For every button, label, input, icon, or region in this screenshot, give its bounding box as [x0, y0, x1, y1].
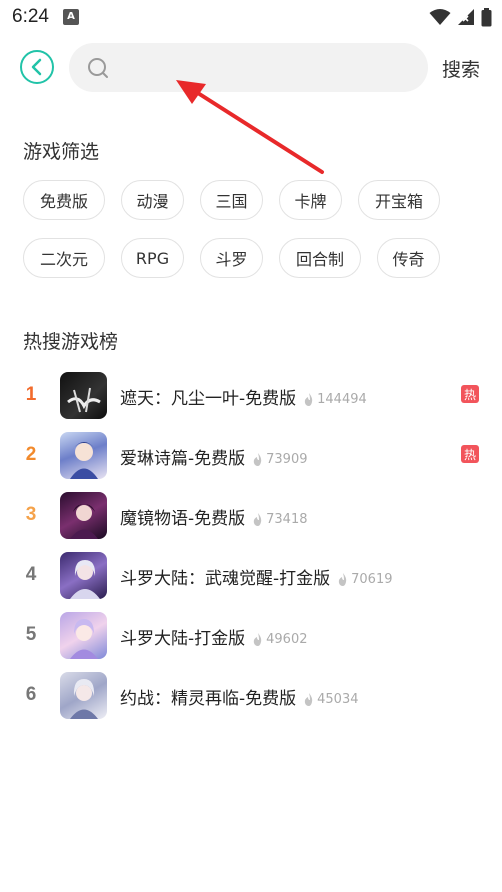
hot-section-title: 热搜游戏榜 — [23, 331, 119, 353]
search-input[interactable] — [119, 43, 414, 92]
flame-icon — [253, 512, 262, 526]
rank-number: 4 — [25, 564, 37, 585]
flame-icon — [253, 452, 262, 466]
filter-chip[interactable]: 开宝箱 — [358, 180, 440, 220]
search-icon — [88, 58, 108, 78]
heat-count: 70619 — [351, 571, 393, 587]
rank-list-item[interactable]: 5 斗罗大陆-打金版 49602 — [0, 606, 502, 666]
filter-chip[interactable]: 回合制 — [279, 238, 361, 278]
rank-number: 2 — [25, 444, 37, 465]
wifi-icon — [429, 9, 451, 25]
filter-chip[interactable]: 动漫 — [121, 180, 184, 220]
heat-meta: 144494 — [304, 392, 367, 407]
hot-badge: 热 — [461, 385, 479, 403]
rank-list-item[interactable]: 1 遮天：凡尘一叶-免费版 144494 热 — [0, 366, 502, 426]
game-thumbnail — [60, 612, 107, 659]
status-time: 6:24 — [12, 6, 49, 27]
game-thumbnail — [60, 372, 107, 419]
rank-list-item[interactable]: 6 约战：精灵再临-免费版 45034 — [0, 666, 502, 726]
filter-chips-row1: 免费版 动漫 三国 卡牌 开宝箱 — [23, 180, 493, 220]
game-name-row: 斗罗大陆-打金版 49602 — [120, 624, 308, 649]
filter-chips-row2: 二次元 RPG 斗罗 回合制 传奇 — [23, 238, 493, 278]
heat-meta: 45034 — [304, 691, 359, 707]
heat-meta: 49602 — [253, 631, 308, 647]
rank-number: 3 — [25, 504, 37, 525]
game-thumbnail — [60, 432, 107, 479]
game-name: 约战：精灵再临-免费版 — [120, 689, 297, 709]
heat-count: 45034 — [317, 691, 359, 707]
game-name-row: 约战：精灵再临-免费版 45034 — [120, 684, 359, 709]
rank-number: 6 — [25, 684, 37, 705]
status-bar: 6:24 A — [0, 0, 502, 36]
filter-chip[interactable]: 免费版 — [23, 180, 105, 220]
game-thumbnail — [60, 492, 107, 539]
cellular-signal-icon — [458, 9, 474, 25]
heat-meta: 73418 — [253, 511, 308, 527]
flame-icon — [253, 632, 262, 646]
hot-badge: 热 — [461, 445, 479, 463]
filter-chip[interactable]: 二次元 — [23, 238, 105, 278]
heat-count: 73909 — [266, 451, 308, 467]
game-thumbnail — [60, 672, 107, 719]
flame-icon — [304, 392, 313, 406]
game-name-row: 魔镜物语-免费版 73418 — [120, 504, 308, 529]
filter-section-title: 游戏筛选 — [23, 141, 100, 163]
filter-chip[interactable]: 斗罗 — [200, 238, 263, 278]
rank-list-item[interactable]: 3 魔镜物语-免费版 73418 — [0, 486, 502, 546]
chevron-left-icon — [31, 58, 42, 76]
game-name-row: 斗罗大陆：武魂觉醒-打金版 70619 — [120, 564, 393, 589]
notification-app-icon: A — [63, 9, 79, 25]
heat-count: 49602 — [266, 631, 308, 647]
rank-list-item[interactable]: 4 斗罗大陆：武魂觉醒-打金版 70619 — [0, 546, 502, 606]
filter-chip[interactable]: 卡牌 — [279, 180, 342, 220]
game-name: 遮天：凡尘一叶-免费版 — [120, 389, 297, 409]
status-icons — [429, 7, 492, 27]
heat-count: 144494 — [317, 391, 367, 407]
rank-number: 5 — [25, 624, 37, 645]
heat-count: 73418 — [266, 511, 308, 527]
game-name: 爱琳诗篇-免费版 — [120, 449, 246, 469]
filter-chip[interactable]: RPG — [121, 238, 184, 278]
rank-number: 1 — [25, 384, 37, 405]
flame-icon — [304, 692, 313, 706]
heat-meta: 73909 — [253, 451, 308, 467]
back-button[interactable] — [20, 50, 54, 84]
game-name-row: 遮天：凡尘一叶-免费版 144494 — [120, 384, 367, 409]
hot-ranking-list: 1 遮天：凡尘一叶-免费版 144494 热 2 爱琳诗篇-免费版 73909 热 … — [0, 366, 502, 726]
game-name: 斗罗大陆-打金版 — [120, 629, 246, 649]
game-name: 斗罗大陆：武魂觉醒-打金版 — [120, 569, 331, 589]
game-name-row: 爱琳诗篇-免费版 73909 — [120, 444, 308, 469]
game-thumbnail — [60, 552, 107, 599]
search-button[interactable]: 搜索 — [442, 55, 480, 82]
game-name: 魔镜物语-免费版 — [120, 509, 246, 529]
flame-icon — [338, 572, 347, 586]
battery-icon — [481, 7, 492, 26]
filter-chip[interactable]: 传奇 — [377, 238, 440, 278]
filter-chip[interactable]: 三国 — [200, 180, 263, 220]
rank-list-item[interactable]: 2 爱琳诗篇-免费版 73909 热 — [0, 426, 502, 486]
heat-meta: 70619 — [338, 571, 393, 587]
search-box[interactable] — [69, 43, 428, 92]
